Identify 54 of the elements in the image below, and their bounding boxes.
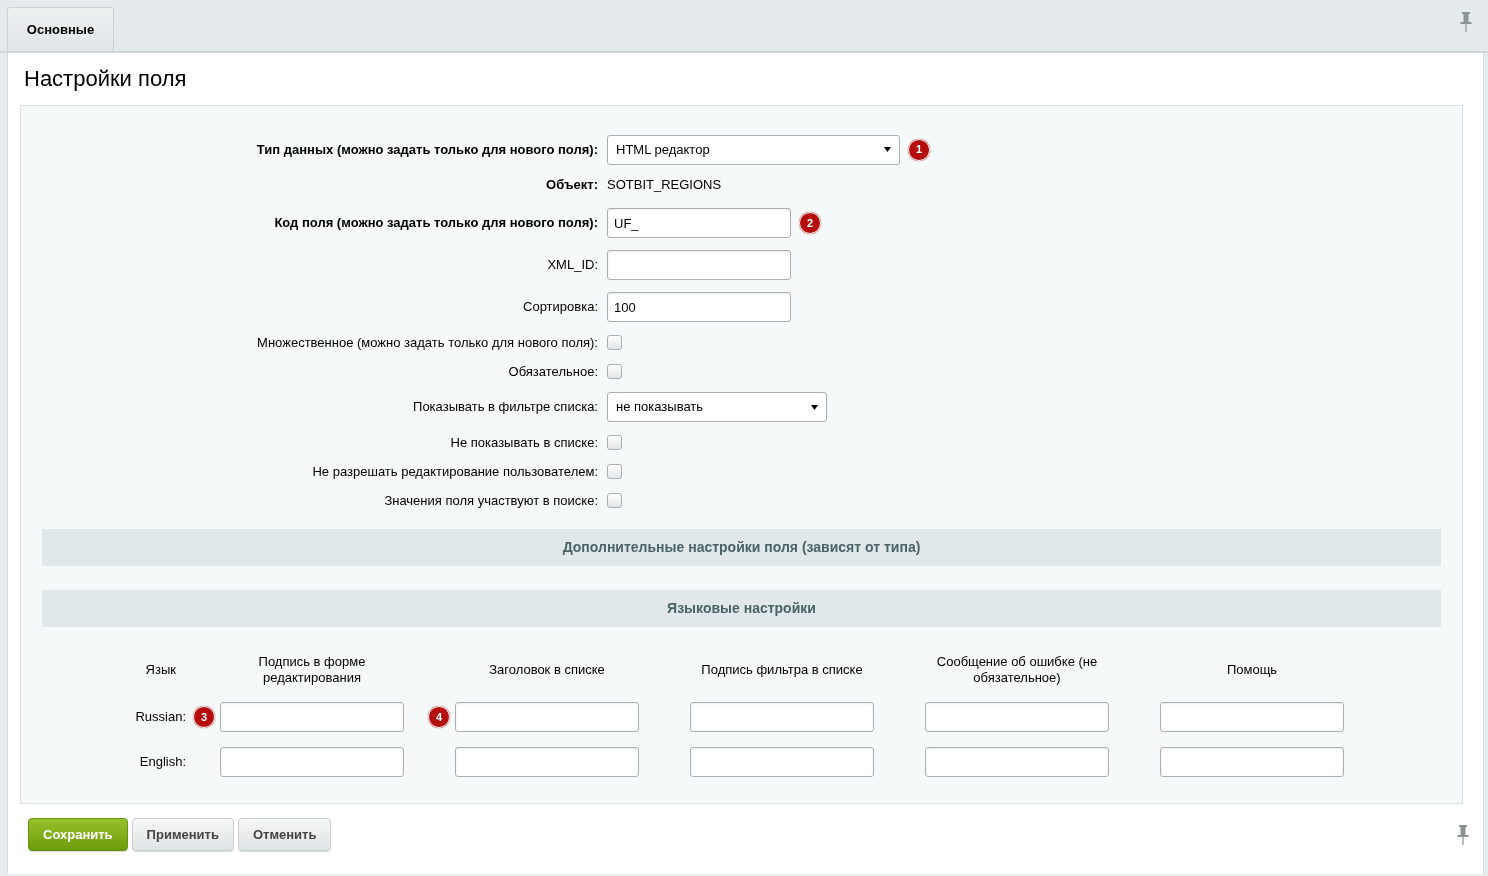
column-header: Язык (144, 661, 177, 680)
checkbox[interactable] (607, 364, 622, 379)
caret-icon (811, 404, 818, 410)
tab[interactable]: Основные (7, 7, 114, 51)
column-header: Помощь (1225, 661, 1279, 679)
caret-icon (884, 147, 891, 152)
checkbox[interactable] (607, 493, 622, 508)
input-field[interactable] (607, 250, 791, 280)
field-label: Сортировка: (522, 298, 598, 317)
section-header: Дополнительные настройки поля (зависят от типа) (42, 529, 1441, 566)
column-header: Подпись в форме редактирования (257, 653, 367, 687)
field-label: Множественное (можно задать только для нового поля): (256, 333, 598, 352)
number-marker: 1 (908, 138, 930, 161)
pin-icon[interactable] (1457, 824, 1469, 845)
input-field[interactable]: 100 (607, 292, 791, 322)
input-field[interactable] (690, 747, 874, 777)
language-label: English: (138, 753, 187, 772)
checkbox[interactable] (607, 335, 622, 350)
checkbox[interactable] (607, 464, 622, 479)
page-title: Настройки поля (24, 65, 188, 93)
pin-icon[interactable] (1460, 12, 1472, 32)
button[interactable]: Отменить (237, 818, 332, 851)
input-field[interactable]: UF_ (607, 208, 791, 238)
input-field[interactable] (925, 747, 1109, 777)
field-label: Не разрешать редактирование пользователем: (311, 462, 598, 481)
field-label: Код поля (можно задать только для нового поля): (273, 214, 598, 233)
input-field[interactable] (690, 702, 874, 732)
field-label: Объект: (545, 175, 598, 194)
input-field[interactable] (925, 702, 1109, 732)
input-field[interactable] (455, 702, 639, 732)
dropdown[interactable]: HTML редактор (607, 134, 900, 165)
field-label: Тип данных (можно задать только для нового поля): (255, 140, 598, 159)
section-header: Языковые настройки (42, 590, 1441, 627)
dropdown[interactable]: не показывать (607, 392, 827, 422)
field-label: Не показывать в списке: (449, 433, 598, 452)
field-label: XML_ID: (546, 256, 598, 275)
checkbox[interactable] (607, 435, 622, 450)
language-label: Russian: (134, 708, 187, 727)
number-marker: 3 (193, 706, 215, 728)
button[interactable]: Применить (131, 818, 234, 851)
input-field[interactable] (455, 747, 639, 777)
input-field[interactable] (1160, 747, 1344, 777)
input-field[interactable] (220, 747, 404, 777)
field-label: Показывать в фильтре списка: (412, 398, 598, 417)
number-marker: 4 (428, 706, 450, 728)
field-label: Значения поля участвуют в поиске: (383, 491, 598, 510)
input-field[interactable] (220, 702, 404, 732)
column-header: Подпись фильтра в списке (700, 661, 864, 679)
field-value: SOTBIT_REGIONS (607, 175, 722, 194)
number-marker: 2 (799, 212, 821, 234)
column-header: Сообщение об ошибке (не обязательное) (935, 653, 1099, 687)
column-header: Заголовок в списке (488, 661, 606, 679)
input-field[interactable] (1160, 702, 1344, 732)
field-label: Обязательное: (507, 362, 598, 381)
